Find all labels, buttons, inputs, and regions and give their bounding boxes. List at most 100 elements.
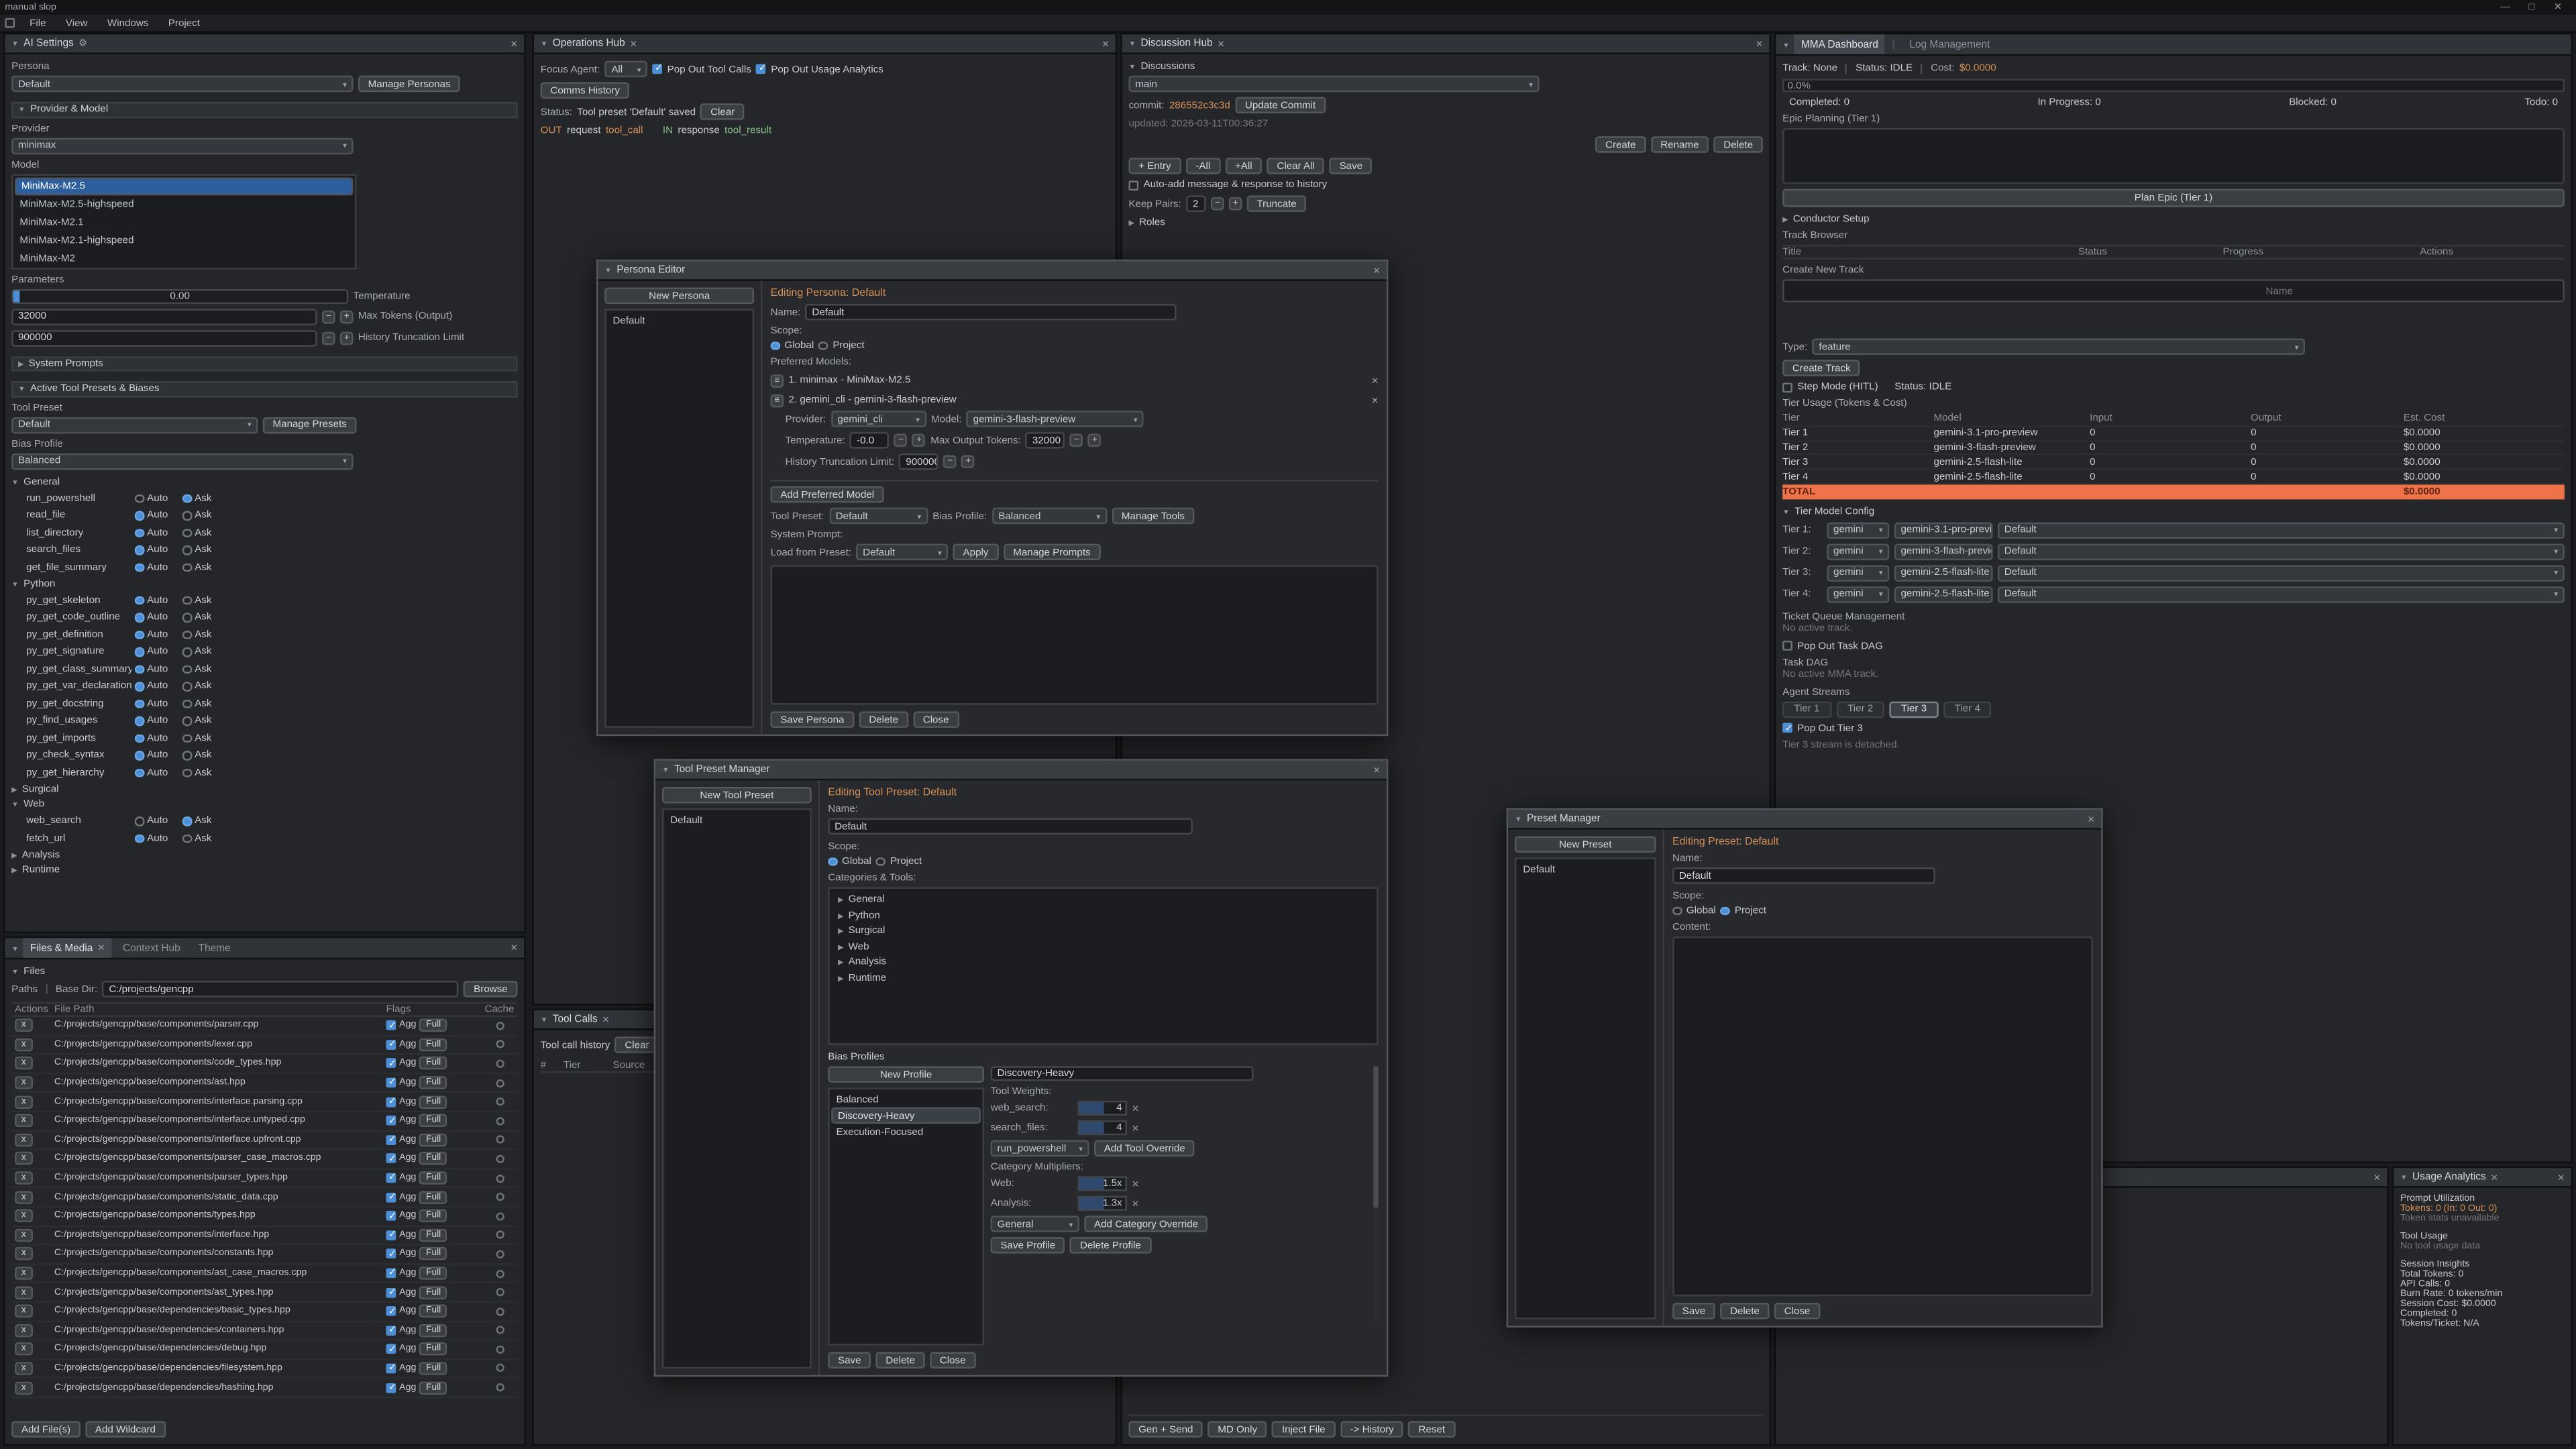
load-preset-select[interactable]: Default (856, 544, 948, 560)
tool-group-header[interactable]: General (11, 474, 517, 490)
agg-checkbox[interactable] (386, 1287, 396, 1297)
ask-radio[interactable] (182, 751, 191, 759)
agg-checkbox[interactable] (386, 1154, 396, 1164)
add-category-override-button[interactable]: Add Category Override (1084, 1216, 1208, 1232)
category-row[interactable]: Analysis (833, 955, 1374, 970)
category-row[interactable]: Web (833, 939, 1374, 955)
increment-icon[interactable] (340, 310, 354, 323)
full-button[interactable]: Full (419, 1343, 447, 1356)
increment-icon[interactable] (962, 455, 975, 468)
manage-tools-button[interactable]: Manage Tools (1112, 508, 1194, 524)
menu-item[interactable]: View (58, 15, 96, 30)
scrollbar-thumb[interactable] (1373, 1066, 1378, 1207)
composer-button[interactable]: MD Only (1208, 1421, 1267, 1437)
triangle-icon[interactable] (1128, 61, 1136, 72)
weight-input[interactable]: 4 (1078, 1120, 1127, 1135)
cache-indicator[interactable] (495, 1193, 503, 1201)
full-button[interactable]: Full (419, 1362, 447, 1375)
ask-radio[interactable] (182, 647, 191, 656)
agg-checkbox[interactable] (386, 1040, 396, 1050)
entry-action-button[interactable]: Save (1330, 158, 1373, 174)
pop-out-task-dag-checkbox[interactable] (1782, 641, 1792, 651)
ask-radio[interactable] (182, 733, 191, 742)
collapse-icon[interactable] (662, 764, 669, 775)
bias-profile-select[interactable]: Balanced (991, 508, 1106, 524)
full-button[interactable]: Full (419, 1267, 447, 1280)
remove-file-button[interactable]: x (15, 1286, 32, 1299)
global-radio[interactable] (771, 341, 780, 350)
track-name-input[interactable]: Name (1782, 279, 2565, 302)
menu-item[interactable]: Project (160, 15, 209, 30)
persona-editor-header[interactable]: Persona Editor (598, 261, 1387, 280)
cache-indicator[interactable] (495, 1136, 503, 1144)
close-icon[interactable] (2558, 1171, 2565, 1184)
full-button[interactable]: Full (419, 1171, 447, 1185)
category-override-select[interactable]: General (991, 1216, 1079, 1232)
stream-tab[interactable]: Tier 2 (1836, 701, 1884, 717)
stream-tab[interactable]: Tier 1 (1782, 701, 1831, 717)
ask-radio[interactable] (182, 682, 191, 690)
remove-file-button[interactable]: x (15, 1133, 32, 1146)
multiplier-input[interactable]: 1.3x (1078, 1196, 1127, 1211)
close-tab-icon[interactable] (2491, 1171, 2498, 1184)
stream-tab[interactable]: Tier 3 (1890, 701, 1938, 717)
close-button[interactable]: Close (1774, 1303, 1820, 1319)
full-button[interactable]: Full (419, 1057, 447, 1071)
full-button[interactable]: Full (419, 1038, 447, 1051)
tier-model-select[interactable]: gemini-2.5-flash-lite (1894, 565, 1993, 581)
global-radio[interactable] (1672, 906, 1681, 915)
ask-radio[interactable] (182, 665, 191, 674)
provider-model-section[interactable]: Provider & Model (11, 102, 517, 117)
entry-action-button[interactable]: +All (1225, 158, 1262, 174)
agg-checkbox[interactable] (386, 1249, 396, 1259)
discussion-action-button[interactable]: Create (1595, 136, 1646, 152)
keep-pairs-input[interactable]: 2 (1186, 195, 1205, 211)
auto-radio[interactable] (135, 494, 144, 502)
remove-file-button[interactable]: x (15, 1305, 32, 1318)
remove-file-button[interactable]: x (15, 1095, 32, 1109)
remove-weight-icon[interactable] (1132, 1121, 1138, 1134)
increment-icon[interactable] (912, 434, 926, 447)
new-tool-preset-button[interactable]: New Tool Preset (662, 787, 812, 803)
add-tool-override-button[interactable]: Add Tool Override (1094, 1140, 1195, 1157)
entry-action-button[interactable]: -All (1186, 158, 1220, 174)
delete-button[interactable]: Delete (1720, 1303, 1769, 1319)
auto-radio[interactable] (135, 528, 144, 537)
full-button[interactable]: Full (419, 1228, 447, 1242)
list-item[interactable]: Default (608, 312, 751, 330)
focus-agent-select[interactable]: All (605, 61, 648, 77)
discussion-action-button[interactable]: Rename (1651, 136, 1709, 152)
base-dir-input[interactable]: C:/projects/gencpp (103, 981, 460, 997)
tier-preset-select[interactable]: Default (1998, 543, 2565, 559)
remove-file-button[interactable]: x (15, 1362, 32, 1375)
close-window-icon[interactable] (2544, 1, 2571, 13)
ask-radio[interactable] (182, 511, 191, 520)
collapse-icon[interactable] (11, 942, 19, 953)
tier-model-select[interactable]: gemini-2.5-flash-lite (1894, 586, 1993, 602)
cache-indicator[interactable] (495, 1117, 503, 1125)
multiplier-input[interactable]: 1.5x (1078, 1176, 1127, 1191)
cache-indicator[interactable] (495, 1155, 503, 1163)
cache-indicator[interactable] (495, 1060, 503, 1068)
tier-preset-select[interactable]: Default (1998, 522, 2565, 538)
cache-indicator[interactable] (495, 1383, 503, 1391)
agg-checkbox[interactable] (386, 1192, 396, 1202)
auto-add-checkbox[interactable] (1128, 180, 1138, 190)
remove-file-button[interactable]: x (15, 1038, 32, 1051)
remove-file-button[interactable]: x (15, 1171, 32, 1185)
ask-radio[interactable] (182, 716, 191, 725)
auto-radio[interactable] (135, 751, 144, 759)
composer-button[interactable]: -> History (1340, 1421, 1404, 1437)
collapse-icon[interactable] (604, 264, 612, 276)
remove-multiplier-icon[interactable] (1132, 1197, 1138, 1210)
agg-checkbox[interactable] (386, 1211, 396, 1221)
save-button[interactable]: Save (828, 1352, 871, 1368)
composer-button[interactable]: Inject File (1272, 1421, 1335, 1437)
category-row[interactable]: Runtime (833, 970, 1374, 985)
track-type-select[interactable]: feature (1813, 338, 2306, 354)
minimize-icon[interactable] (2492, 3, 2518, 13)
full-button[interactable]: Full (419, 1019, 447, 1032)
model-option[interactable]: MiniMax-M2.5 (15, 176, 353, 195)
tool-preset-select[interactable]: Default (11, 417, 258, 433)
cache-indicator[interactable] (495, 1307, 503, 1316)
